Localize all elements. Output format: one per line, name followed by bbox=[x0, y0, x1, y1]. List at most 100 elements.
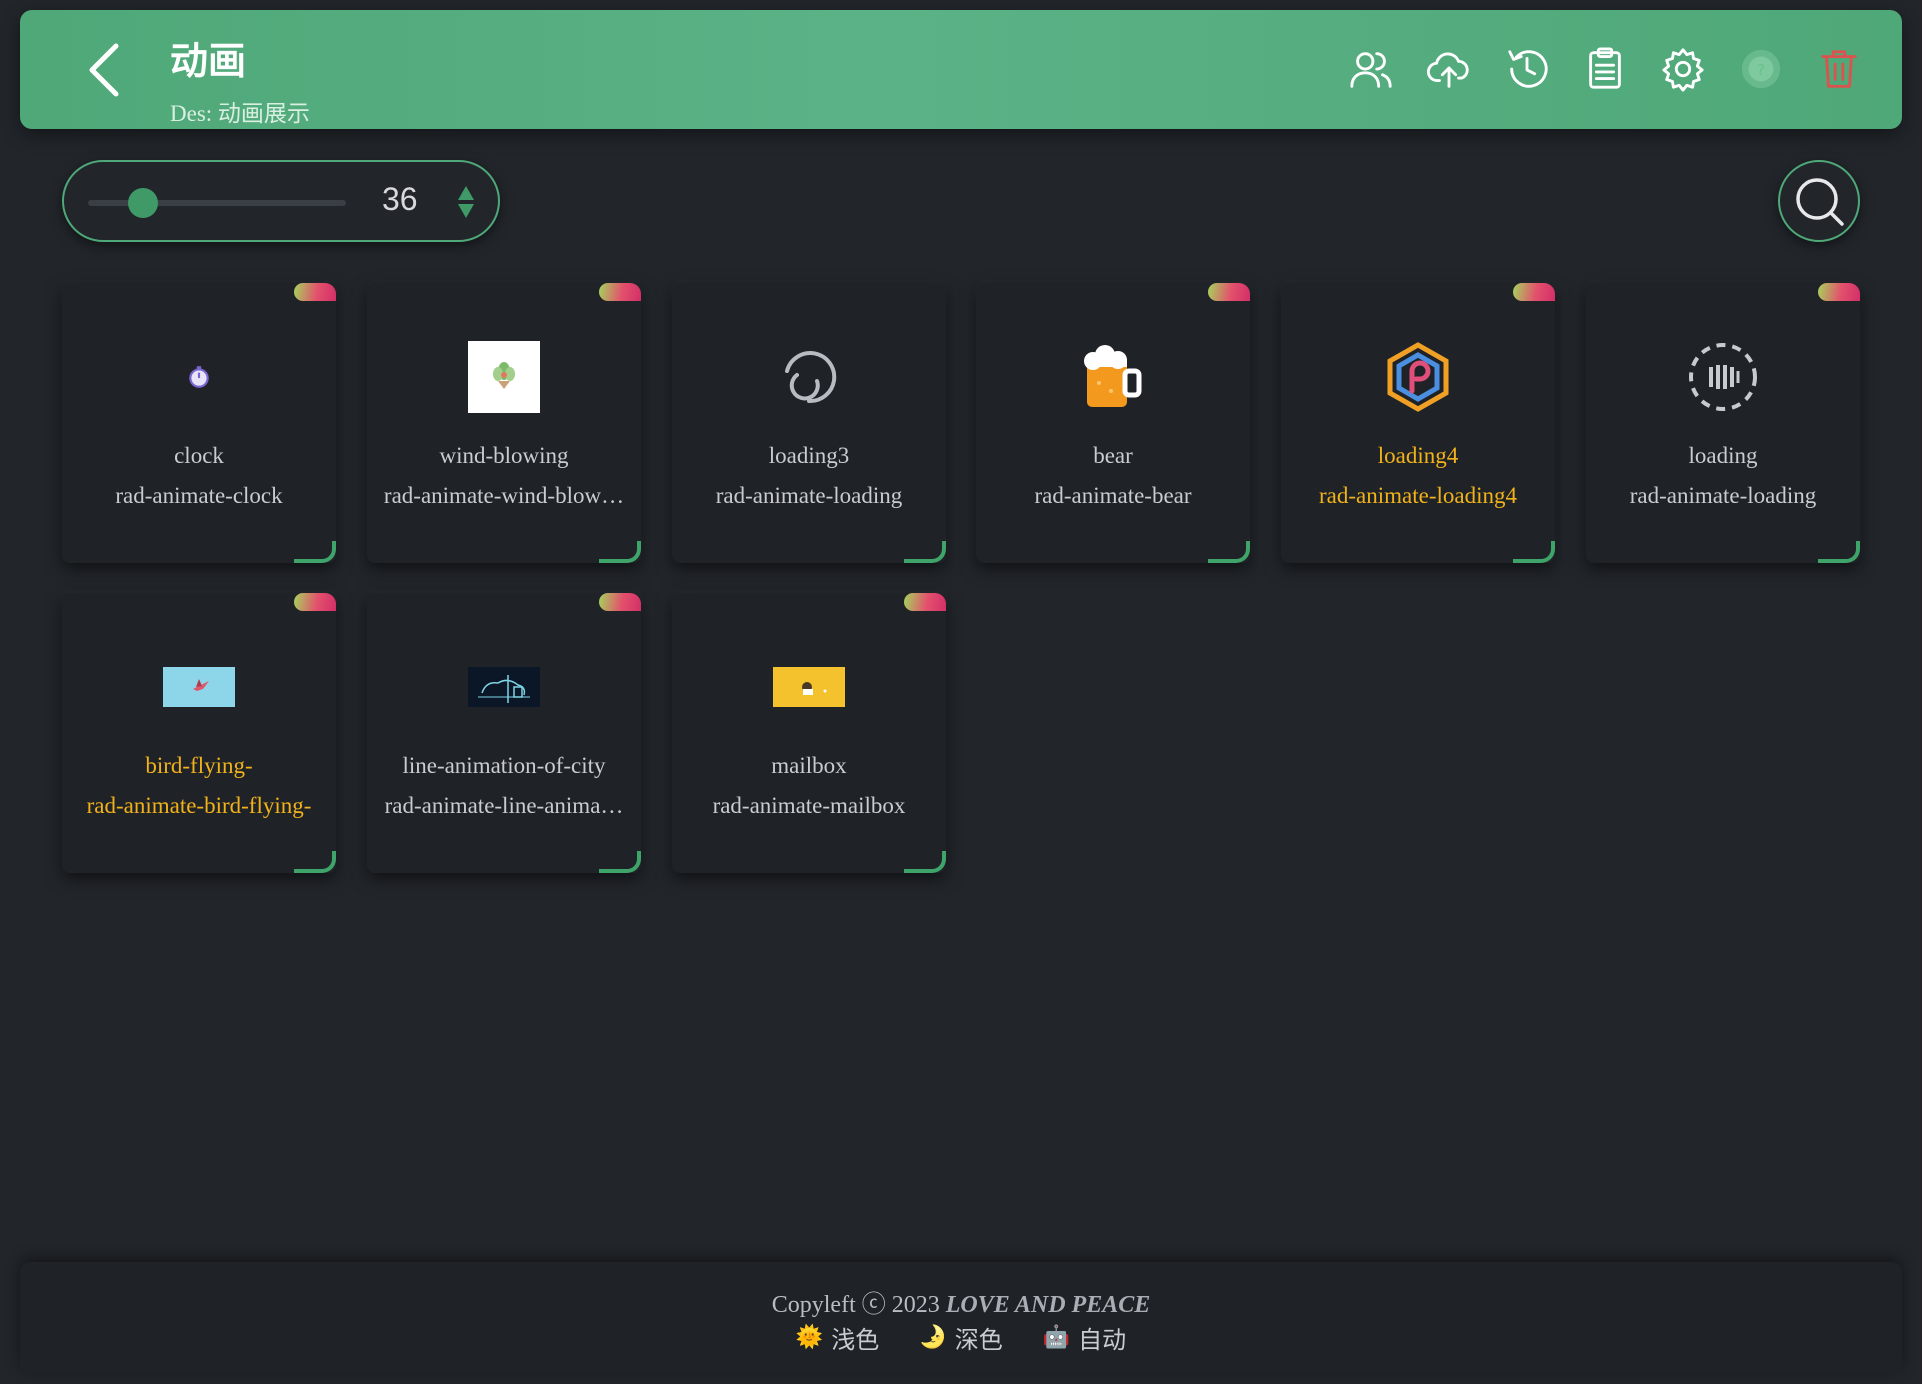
size-stepper[interactable] bbox=[456, 184, 476, 220]
card-name: wind-blowing bbox=[439, 443, 569, 468]
card-corner-accent bbox=[599, 851, 641, 873]
page-title: 动画 bbox=[170, 39, 247, 83]
loading3-animation-preview bbox=[773, 341, 845, 413]
card-corner-accent bbox=[294, 541, 336, 563]
card-name: line-animation-of-city bbox=[402, 753, 606, 778]
card-class: rad-animate-line-anima… bbox=[384, 793, 624, 818]
copyright-year: 2023 bbox=[885, 1292, 946, 1318]
card-class: rad-animate-loading4 bbox=[1319, 483, 1517, 508]
page: 动画 Des: 动画展示 ? 36 clock rad-animate-cloc… bbox=[0, 0, 1922, 1384]
card-corner-accent bbox=[1818, 541, 1860, 563]
bird-icon bbox=[163, 667, 235, 707]
users-icon bbox=[1350, 52, 1392, 88]
spinner-icon bbox=[785, 351, 837, 404]
card-class: rad-animate-bear bbox=[1034, 483, 1192, 508]
theme-label: 浅色 bbox=[831, 1326, 880, 1354]
card-name: mailbox bbox=[771, 753, 847, 778]
card-name: loading3 bbox=[768, 443, 850, 468]
card-name: loading4 bbox=[1377, 443, 1459, 468]
stepper-arrows-icon bbox=[458, 186, 474, 218]
size-slider-track[interactable] bbox=[88, 200, 346, 206]
bird-flying-animation-preview bbox=[163, 651, 235, 723]
card-corner-accent bbox=[599, 541, 641, 563]
theme-light-option[interactable]: 🌞 浅色 bbox=[796, 1320, 879, 1355]
search-button[interactable] bbox=[1778, 160, 1860, 242]
animation-card[interactable]: mailbox rad-animate-mailbox bbox=[672, 593, 946, 873]
card-name: bird-flying- bbox=[145, 753, 253, 778]
city-line-animation-preview bbox=[468, 651, 540, 723]
loading4-animation-preview bbox=[1382, 341, 1454, 413]
clock-animation-preview bbox=[163, 341, 235, 413]
copyleft-symbol: ⓒ bbox=[861, 1292, 886, 1318]
stopwatch-icon bbox=[189, 366, 209, 388]
history-icon bbox=[1508, 50, 1548, 88]
settings-button[interactable] bbox=[1660, 46, 1706, 92]
users-button[interactable] bbox=[1348, 46, 1394, 92]
size-slider-thumb[interactable] bbox=[128, 188, 158, 218]
bear-animation-preview bbox=[1077, 341, 1149, 413]
card-corner-accent bbox=[1513, 283, 1555, 301]
app-footer: Copyleft ⓒ 2023 LOVE AND PEACE 🌞 浅色 🌛 深色… bbox=[20, 1262, 1902, 1374]
card-corner-accent bbox=[1818, 283, 1860, 301]
delete-button[interactable] bbox=[1816, 46, 1862, 92]
card-corner-accent bbox=[294, 593, 336, 611]
animation-card[interactable]: clock rad-animate-clock bbox=[62, 283, 336, 563]
card-corner-accent bbox=[599, 593, 641, 611]
animation-card[interactable]: loading4 rad-animate-loading4 bbox=[1281, 283, 1555, 563]
clipboard-button[interactable] bbox=[1582, 46, 1628, 92]
trash-icon bbox=[1821, 50, 1857, 88]
animation-card[interactable]: loading rad-animate-loading bbox=[1586, 283, 1860, 563]
help-icon: ? bbox=[1741, 49, 1781, 89]
card-class: rad-animate-loading bbox=[1629, 483, 1817, 508]
animation-card[interactable]: loading3 rad-animate-loading bbox=[672, 283, 946, 563]
card-corner-accent bbox=[294, 851, 336, 873]
cloud-upload-icon bbox=[1426, 52, 1469, 88]
copyright: Copyleft ⓒ 2023 LOVE AND PEACE bbox=[20, 1284, 1902, 1319]
theme-label: 深色 bbox=[954, 1326, 1003, 1354]
help-button[interactable]: ? bbox=[1738, 46, 1784, 92]
upload-button[interactable] bbox=[1426, 46, 1472, 92]
theme-label: 自动 bbox=[1078, 1326, 1127, 1354]
page-subtitle: Des: 动画展示 bbox=[170, 101, 310, 126]
animation-card[interactable]: wind-blowing rad-animate-wind-blow… bbox=[367, 283, 641, 563]
hexagon-loader-icon bbox=[1387, 342, 1449, 412]
history-button[interactable] bbox=[1504, 46, 1550, 92]
card-corner-accent bbox=[904, 541, 946, 563]
loading-animation-preview bbox=[1687, 341, 1759, 413]
card-class: rad-animate-wind-blow… bbox=[383, 483, 625, 508]
card-corner-accent bbox=[294, 283, 336, 301]
card-name: loading bbox=[1688, 443, 1758, 468]
size-control: 36 bbox=[62, 160, 500, 242]
card-class: rad-animate-bird-flying- bbox=[86, 793, 312, 818]
copyright-prefix: Copyleft bbox=[771, 1292, 862, 1318]
animation-card[interactable]: bird-flying- rad-animate-bird-flying- bbox=[62, 593, 336, 873]
svg-text:?: ? bbox=[1757, 61, 1765, 79]
beer-mug-icon bbox=[1084, 345, 1142, 407]
theme-auto-option[interactable]: 🤖 自动 bbox=[1043, 1320, 1126, 1355]
theme-dark-option[interactable]: 🌛 深色 bbox=[919, 1320, 1002, 1355]
card-class: rad-animate-loading bbox=[715, 483, 903, 508]
card-corner-accent bbox=[1513, 541, 1555, 563]
card-corner-accent bbox=[1208, 541, 1250, 563]
mailbox-animation-preview bbox=[773, 651, 845, 723]
card-name: clock bbox=[174, 443, 224, 468]
size-value[interactable]: 36 bbox=[382, 181, 418, 218]
settings-icon bbox=[1662, 48, 1704, 92]
card-class: rad-animate-mailbox bbox=[712, 793, 906, 818]
card-corner-accent bbox=[904, 593, 946, 611]
clipboard-icon bbox=[1589, 47, 1621, 89]
animation-card[interactable]: bear rad-animate-bear bbox=[976, 283, 1250, 563]
dashed-loader-icon bbox=[1689, 343, 1757, 411]
card-class: rad-animate-clock bbox=[115, 483, 283, 508]
moon-icon: 🌛 bbox=[919, 1325, 947, 1350]
mailbox-icon bbox=[773, 667, 845, 707]
wind-blowing-animation-preview bbox=[468, 341, 540, 413]
theme-switcher: 🌞 浅色 🌛 深色 🤖 自动 bbox=[20, 1320, 1902, 1355]
chevron-left-icon bbox=[89, 43, 119, 97]
animation-card[interactable]: line-animation-of-city rad-animate-line-… bbox=[367, 593, 641, 873]
back-button[interactable] bbox=[78, 40, 134, 100]
card-corner-accent bbox=[599, 283, 641, 301]
card-name: bear bbox=[1093, 443, 1133, 468]
city-skyline-icon bbox=[468, 667, 540, 707]
copyright-tagline: LOVE AND PEACE bbox=[945, 1292, 1151, 1318]
